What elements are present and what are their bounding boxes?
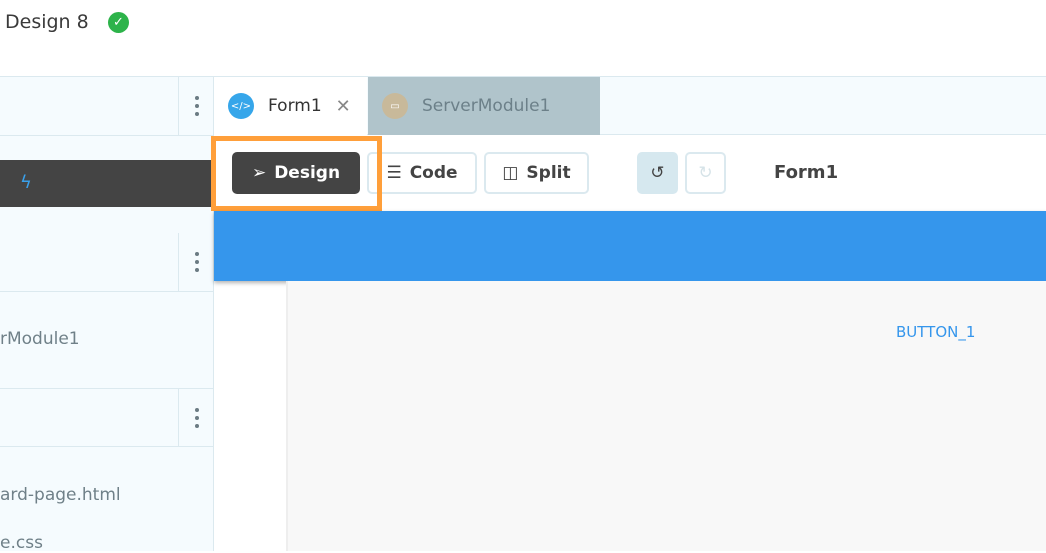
tab-label: ServerModule1: [422, 96, 551, 116]
canvas-button-1[interactable]: BUTTON_1: [896, 323, 975, 341]
sidebar: rModule1 ard-page.html e.css: [0, 76, 214, 553]
sidebar-item[interactable]: rModule1: [0, 329, 80, 349]
undo-icon: ↺: [650, 163, 665, 183]
redo-icon: ↻: [698, 163, 713, 183]
sidebar-section-header: [0, 77, 214, 136]
sidebar-item[interactable]: ard-page.html: [0, 485, 121, 505]
form-header-bar: [214, 211, 1046, 281]
tab-label: Form1: [268, 96, 322, 116]
code-label: Code: [409, 163, 458, 183]
code-button[interactable]: ☰ Code: [367, 152, 477, 194]
kebab-menu-icon[interactable]: [178, 233, 214, 291]
design-canvas[interactable]: [286, 281, 1046, 551]
split-label: Split: [526, 163, 571, 183]
highlight-box: [211, 136, 382, 211]
check-circle-icon: ✓: [108, 12, 129, 33]
split-button[interactable]: ◫ Split: [484, 152, 589, 194]
tab-servermodule1[interactable]: ▭ ServerModule1: [368, 77, 600, 135]
code-file-icon: </>: [228, 93, 254, 119]
close-icon[interactable]: ✕: [336, 96, 351, 117]
tab-form1[interactable]: </> Form1 ✕: [214, 77, 367, 135]
sidebar-section-header: [0, 233, 214, 292]
lightning-icon: ϟ: [20, 172, 32, 193]
sidebar-item[interactable]: e.css: [0, 533, 43, 553]
tab-bar: </> Form1 ✕ ▭ ServerModule1: [214, 76, 1046, 135]
sidebar-section-header: [0, 388, 214, 447]
form-title: Form1: [774, 162, 839, 183]
columns-icon: ◫: [502, 163, 519, 183]
undo-button[interactable]: ↺: [637, 152, 678, 194]
kebab-menu-icon[interactable]: [178, 77, 214, 135]
redo-button[interactable]: ↻: [685, 152, 726, 194]
align-left-icon: ☰: [386, 163, 402, 183]
server-icon: ▭: [382, 93, 408, 119]
app-title: Design 8: [5, 11, 89, 33]
sidebar-selected-bar[interactable]: [0, 160, 214, 207]
kebab-menu-icon[interactable]: [178, 389, 214, 446]
